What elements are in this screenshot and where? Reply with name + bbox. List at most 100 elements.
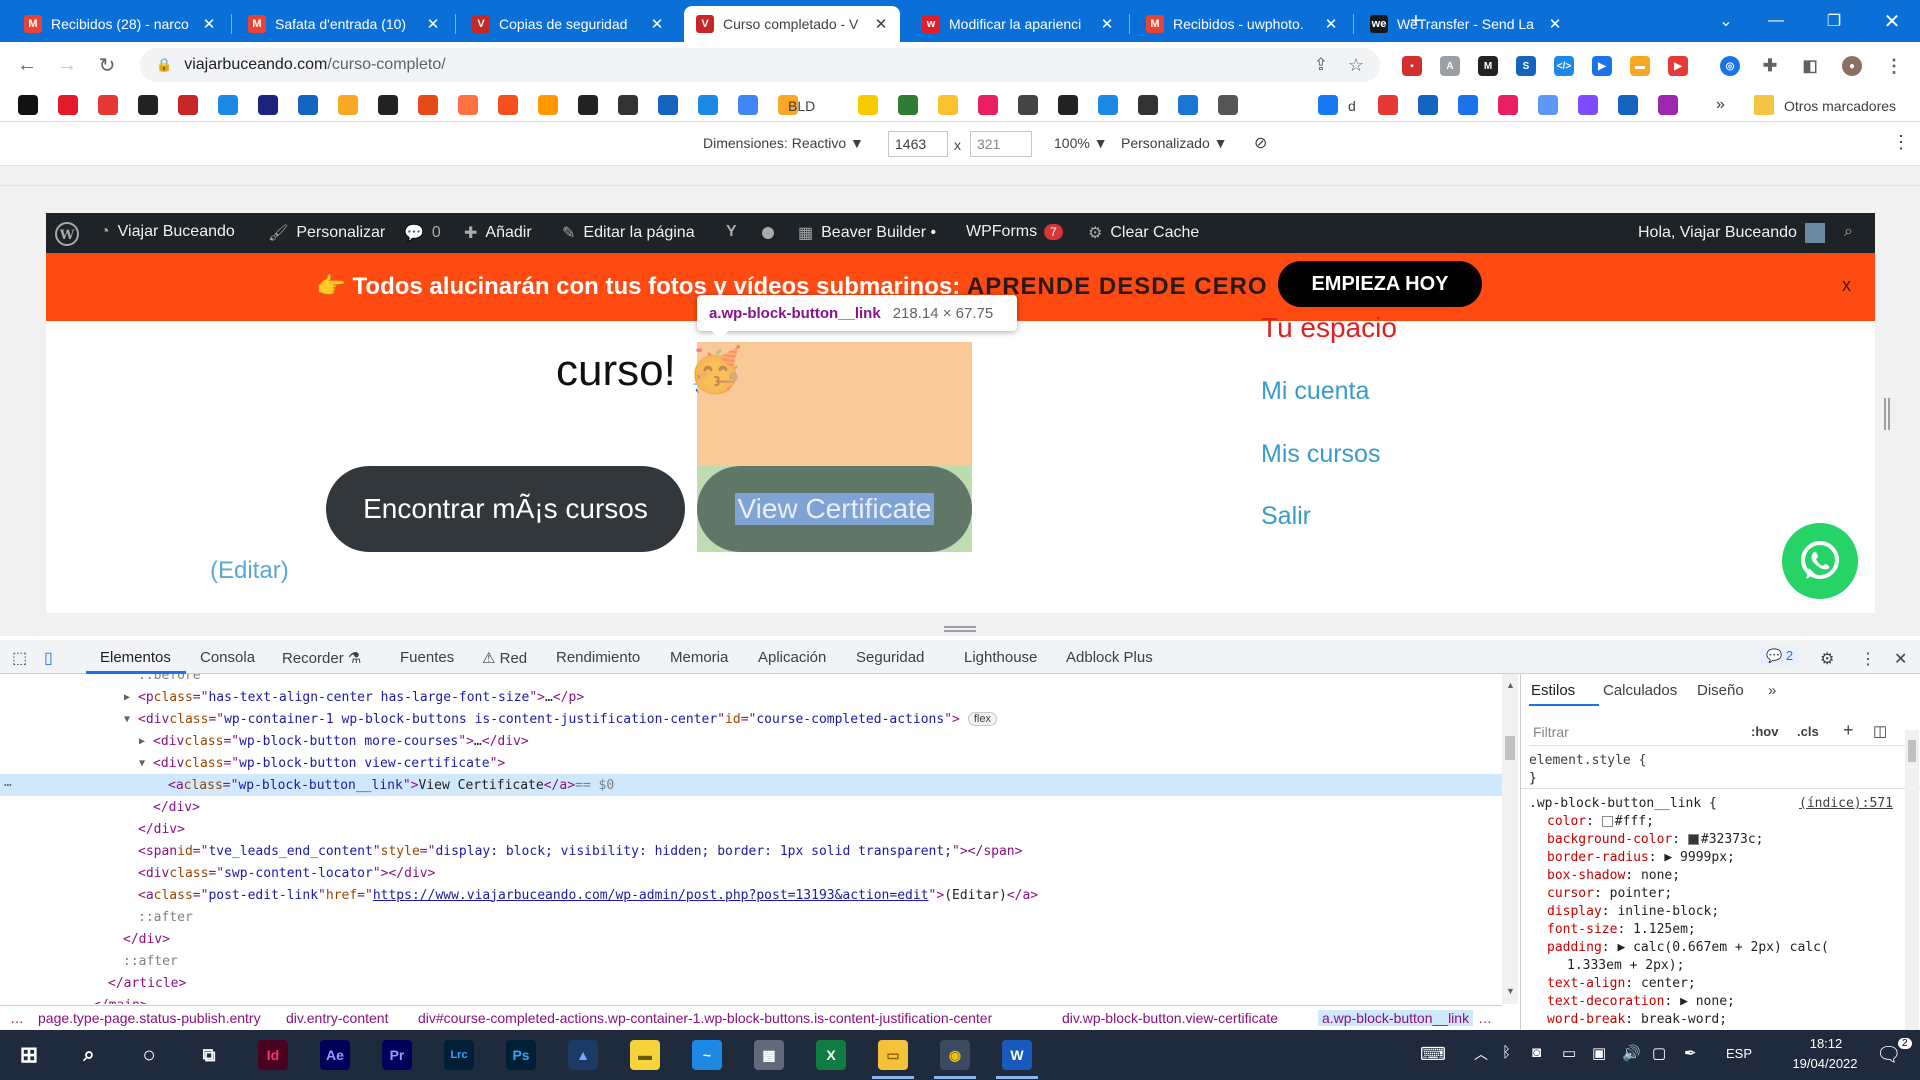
styles-subtab[interactable]: Diseño — [1697, 682, 1744, 699]
dimensions-select[interactable]: Dimensiones: Reactivo ▼ — [703, 135, 864, 151]
hov-toggle[interactable]: :hov — [1751, 724, 1778, 739]
css-declaration[interactable]: color: #fff; — [1547, 814, 1654, 829]
bookmark-favicon-icon[interactable] — [1018, 95, 1038, 115]
close-window-button[interactable]: ✕ — [1866, 0, 1918, 42]
extension-icon[interactable]: ▬ — [1630, 56, 1650, 76]
adminbar-beaver-builder[interactable]: ▦ Beaver Builder • — [798, 223, 936, 243]
tab-close-icon[interactable]: ✕ — [200, 15, 218, 33]
adminbar-wpforms[interactable]: WPForms 7 — [966, 223, 1063, 241]
indesign-icon[interactable]: Id — [258, 1040, 288, 1070]
device-mode-icon[interactable]: ▯ — [44, 648, 53, 668]
device-menu-icon[interactable]: ⋮ — [1892, 132, 1910, 153]
chrome-icon[interactable]: ◉ — [940, 1040, 970, 1070]
expand-triangle-icon[interactable]: ▼ — [124, 714, 138, 725]
extension-icon[interactable]: ▪ — [1402, 56, 1422, 76]
breadcrumb-item[interactable]: div.entry-content — [286, 1010, 388, 1026]
dom-node-line[interactable]: ::after — [0, 906, 1502, 928]
tray-expand-icon[interactable]: ︿ — [1474, 1044, 1488, 1064]
viewport-height-input[interactable]: 321 — [970, 131, 1032, 157]
bookmark-favicon-icon[interactable] — [458, 95, 478, 115]
tab-2[interactable]: M Safata d'entrada (10) ✕ — [236, 6, 452, 42]
adblock-icon[interactable]: A — [1440, 56, 1460, 76]
promo-close-button[interactable]: x — [1842, 275, 1851, 296]
bookmark-favicon-icon[interactable] — [858, 95, 878, 115]
side-panel-icon[interactable]: ◧ — [1800, 56, 1820, 76]
bookmark-favicon-icon[interactable] — [18, 95, 38, 115]
computed-sidebar-icon[interactable]: ◫ — [1873, 722, 1887, 740]
settings-gear-icon[interactable]: ⚙ — [1820, 649, 1834, 669]
devtools-tab[interactable]: Memoria — [670, 649, 728, 666]
tab-search-icon[interactable]: ⌄ — [1700, 0, 1752, 42]
display-icon[interactable]: ▢ — [1652, 1044, 1666, 1062]
bookmark-favicon-icon[interactable] — [1658, 95, 1678, 115]
color-swatch[interactable] — [1601, 816, 1613, 827]
viewport-height-grip[interactable] — [1884, 398, 1890, 430]
new-tab-button[interactable]: + — [1390, 0, 1442, 42]
view-certificate-button[interactable]: View Certificate — [697, 466, 972, 552]
forward-arrow-icon[interactable]: → — [52, 50, 82, 80]
bookmark-favicon-icon[interactable] — [338, 95, 358, 115]
bookmark-favicon-icon[interactable] — [1458, 95, 1478, 115]
input-language[interactable]: ESP — [1726, 1046, 1752, 1061]
tab-close-icon[interactable]: ✕ — [1322, 15, 1340, 33]
extension-icon[interactable]: S — [1516, 56, 1536, 76]
breadcrumb-item[interactable]: page.type-page.status-publish.entry — [38, 1010, 261, 1026]
search-icon[interactable]: ⌕ — [1844, 223, 1853, 241]
bookmark-favicon-icon[interactable] — [938, 95, 958, 115]
bookmark-favicon-icon[interactable] — [418, 95, 438, 115]
bookmark-favicon-icon[interactable] — [698, 95, 718, 115]
bookmark-favicon-icon[interactable] — [1218, 95, 1238, 115]
calculator-icon[interactable]: ▦ — [754, 1040, 784, 1070]
other-bookmarks[interactable]: Otros marcadores — [1784, 98, 1896, 114]
rotate-icon[interactable]: ⊘ — [1254, 133, 1267, 153]
bookmark-favicon-icon[interactable] — [578, 95, 598, 115]
bookmark-favicon-icon[interactable] — [1058, 95, 1078, 115]
css-declaration[interactable]: box-shadow: none; — [1547, 868, 1680, 883]
devtools-tab[interactable]: Seguridad — [856, 649, 924, 666]
devtools-menu-icon[interactable]: ⋮ — [1860, 649, 1876, 669]
bookmark-favicon-icon[interactable] — [298, 95, 318, 115]
tab-5[interactable]: w Modificar la aparienci ✕ — [910, 6, 1126, 42]
whiteboard-icon[interactable]: ~ — [692, 1040, 722, 1070]
bookmark-favicon-icon[interactable] — [98, 95, 118, 115]
more-courses-button[interactable]: Encontrar mÃ¡s cursos — [326, 466, 685, 552]
breadcrumb-item[interactable]: div.wp-block-button.view-certificate — [1062, 1010, 1278, 1026]
expand-triangle-icon[interactable]: ▶ — [124, 692, 138, 703]
bookmark-favicon-icon[interactable] — [498, 95, 518, 115]
styles-filter[interactable]: Filtrar :hov .cls + ◫ — [1529, 718, 1919, 746]
devtools-tab[interactable]: Elementos — [100, 649, 171, 666]
adminbar-customize[interactable]: 🖌 Personalizar — [268, 223, 385, 243]
bookmark-favicon-icon[interactable] — [978, 95, 998, 115]
bookmark-favicon-icon[interactable] — [1618, 95, 1638, 115]
css-declaration[interactable]: text-align: center; — [1547, 976, 1696, 991]
clock-date[interactable]: 19/04/2022 — [1782, 1056, 1868, 1071]
devtools-tab[interactable]: Aplicación — [758, 649, 826, 666]
devtools-tab[interactable]: Rendimiento — [556, 649, 640, 666]
throttle-select[interactable]: Personalizado ▼ — [1121, 135, 1227, 151]
lightroom-classic-icon[interactable]: Lrc — [444, 1040, 474, 1070]
star-icon[interactable]: ☆ — [1348, 55, 1364, 76]
extension-icon[interactable]: ◎ — [1720, 56, 1740, 76]
dom-node-line[interactable]: ▶ <p class =" has-text-align-center has-lar… — [0, 686, 1502, 708]
clock-time[interactable]: 18:12 — [1794, 1036, 1858, 1051]
sidebar-link[interactable]: Salir — [1261, 502, 1311, 531]
volume-icon[interactable]: 🔊 — [1622, 1044, 1641, 1062]
devtools-tab[interactable]: Fuentes — [400, 649, 454, 666]
sidebar-link[interactable]: Mi cuenta — [1261, 377, 1369, 406]
dom-node-line[interactable]: ▼ <div class =" wp-container-1 wp-block-but… — [0, 708, 1502, 730]
css-declaration[interactable]: cursor: pointer; — [1547, 886, 1672, 901]
devtools-tab[interactable]: Adblock Plus — [1066, 649, 1153, 666]
inspect-element-icon[interactable]: ⬚ — [12, 648, 27, 668]
zoom-select[interactable]: 100% ▼ — [1054, 135, 1108, 151]
adminbar-comments[interactable]: 💬 0 — [404, 223, 441, 243]
dom-node-line[interactable]: </div> — [0, 818, 1502, 840]
profile-avatar[interactable]: ● — [1842, 56, 1862, 76]
maximize-button[interactable]: ❐ — [1808, 0, 1860, 42]
word-icon[interactable]: W — [1002, 1040, 1032, 1070]
premiere-icon[interactable]: Pr — [382, 1040, 412, 1070]
extension-icon[interactable]: M — [1478, 56, 1498, 76]
bookmark-favicon-icon[interactable] — [1318, 95, 1338, 115]
minimize-button[interactable]: — — [1750, 0, 1802, 42]
bookmark-favicon-icon[interactable] — [1578, 95, 1598, 115]
css-declaration[interactable]: font-size: 1.125em; — [1547, 922, 1696, 937]
